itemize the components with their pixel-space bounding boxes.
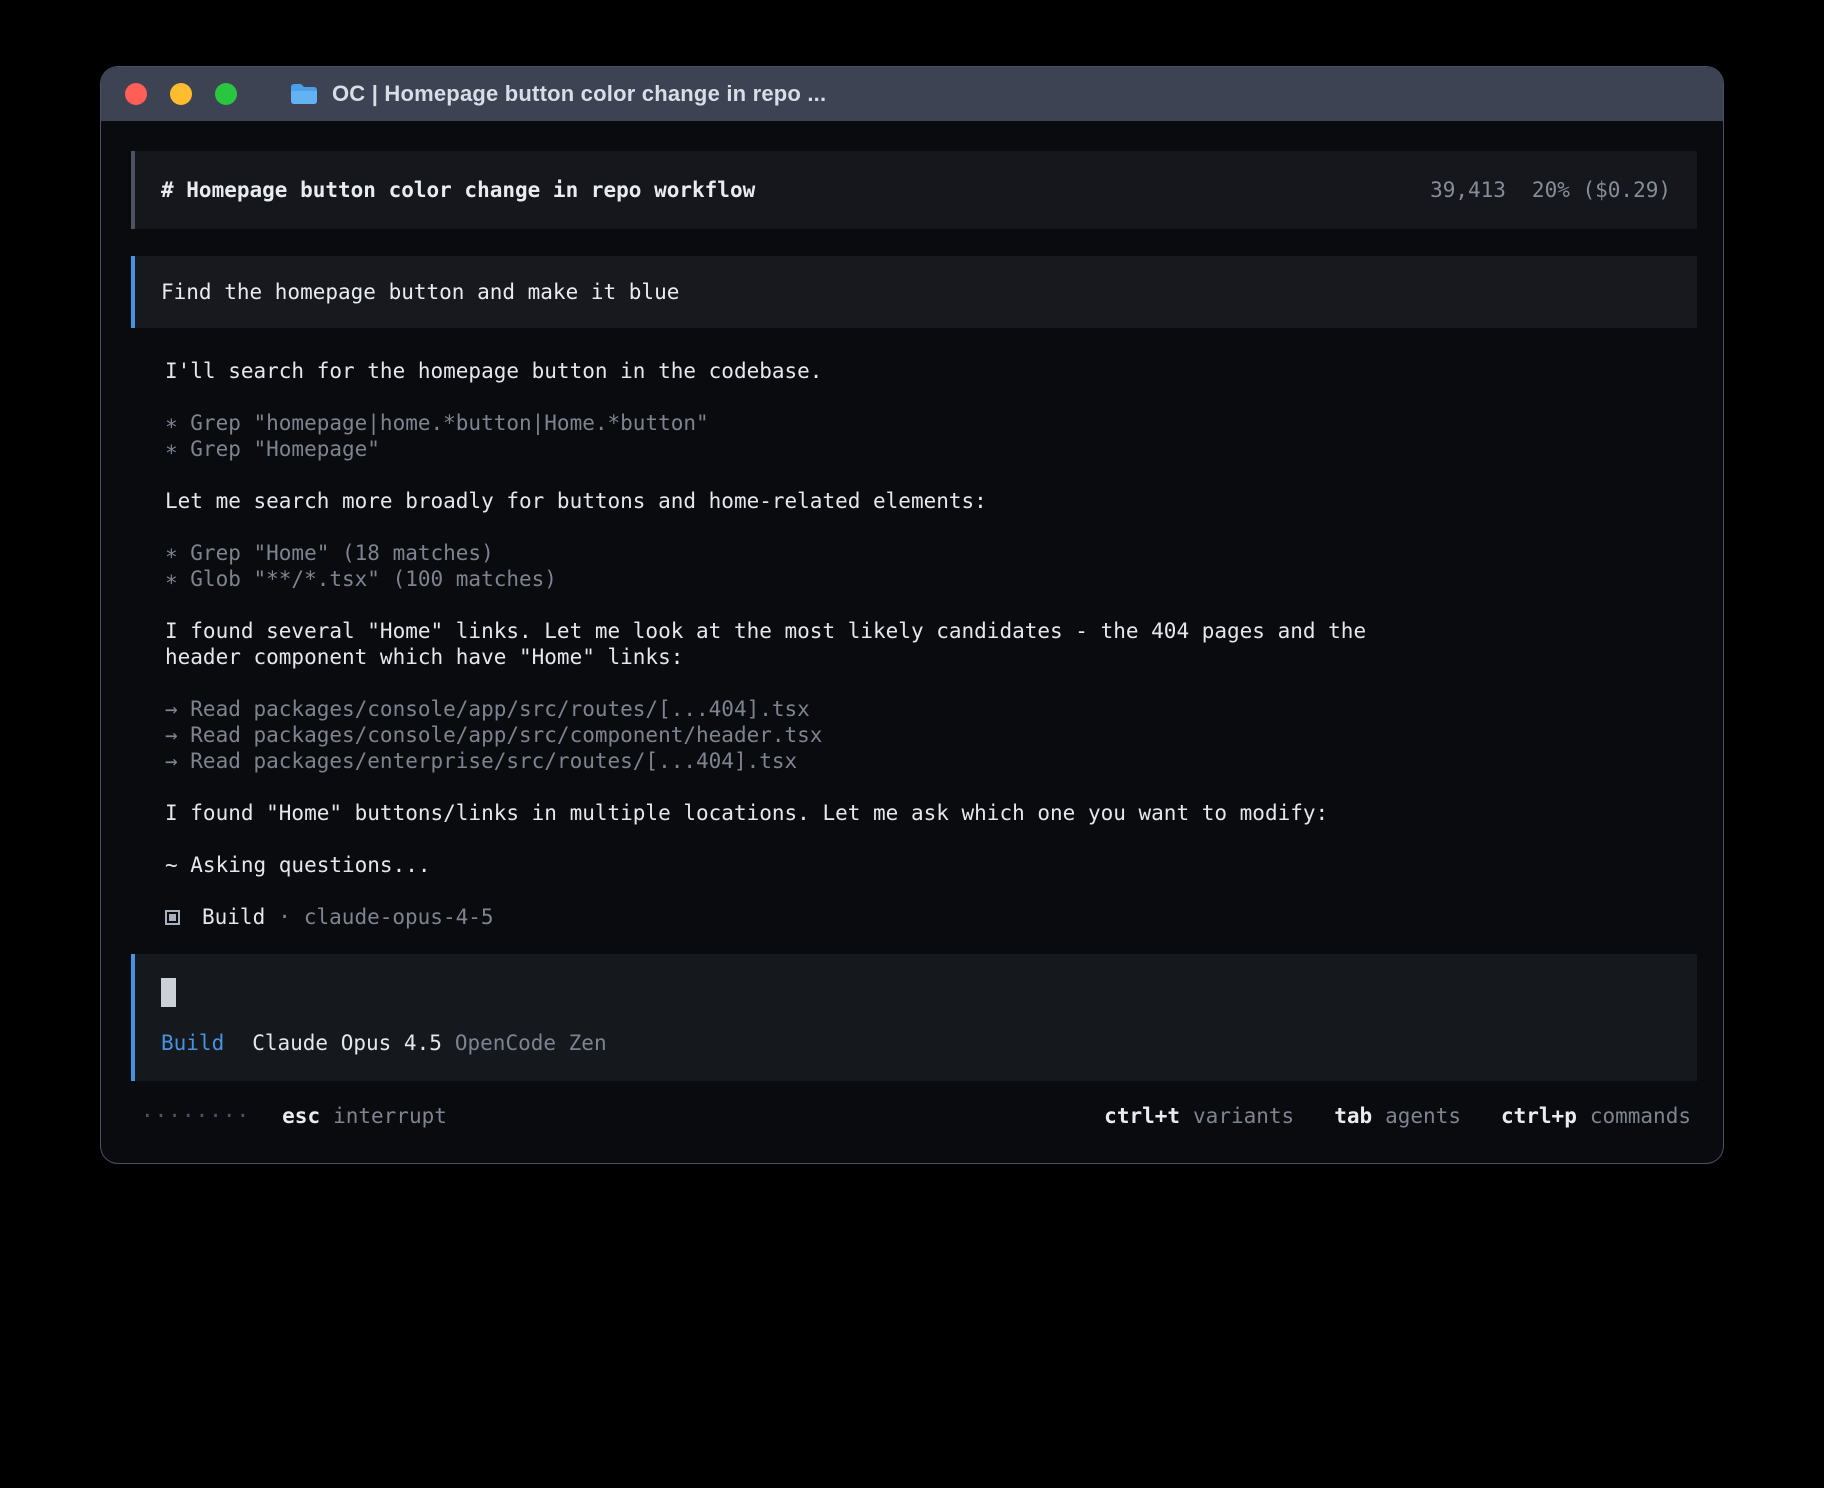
file-reads: → Read packages/console/app/src/routes/[… (165, 696, 1697, 774)
input-meta: Build Claude Opus 4.5 OpenCode Zen (161, 1031, 1671, 1055)
session-header: # Homepage button color change in repo w… (131, 151, 1697, 229)
agent-status-row: Build · claude-opus-4-5 (165, 904, 1697, 930)
window-title: OC | Homepage button color change in rep… (332, 81, 826, 107)
zoom-button[interactable] (215, 83, 237, 105)
assistant-message-line: I found several "Home" links. Let me loo… (165, 618, 1697, 644)
session-stats: 39,413 20% ($0.29) (1430, 178, 1671, 202)
tool-calls: ∗ Grep "Home" (18 matches) ∗ Glob "**/*.… (165, 540, 1697, 592)
file-read-line: → Read packages/enterprise/src/routes/[.… (165, 748, 1697, 774)
tool-calls: ∗ Grep "homepage|home.*button|Home.*butt… (165, 410, 1697, 462)
esc-key-hint: esc (282, 1103, 320, 1129)
tool-call-line: ∗ Grep "homepage|home.*button|Home.*butt… (165, 410, 1697, 436)
folder-icon (290, 83, 318, 105)
spinner-dots-icon: ········ (141, 1103, 250, 1129)
user-message: Find the homepage button and make it blu… (131, 256, 1697, 328)
statusbar-left: ········ esc interrupt (141, 1103, 447, 1129)
tool-call-line: ∗ Grep "Homepage" (165, 436, 1697, 462)
assistant-message: I found "Home" buttons/links in multiple… (165, 800, 1697, 826)
ctrl-t-key-hint: ctrl+t (1104, 1103, 1180, 1129)
close-button[interactable] (125, 83, 147, 105)
agents-label: agents (1385, 1103, 1461, 1129)
assistant-message-line: I found "Home" buttons/links in multiple… (165, 800, 1697, 826)
working-status: ~ Asking questions... (165, 852, 1697, 878)
minimize-button[interactable] (170, 83, 192, 105)
build-agent-icon (165, 910, 180, 925)
assistant-message-line: I'll search for the homepage button in t… (165, 358, 1697, 384)
terminal-content: # Homepage button color change in repo w… (101, 121, 1723, 1163)
assistant-message-line: Let me search more broadly for buttons a… (165, 488, 1697, 514)
session-title: # Homepage button color change in repo w… (161, 178, 755, 202)
agent-separator: · (278, 904, 291, 930)
terminal-window: OC | Homepage button color change in rep… (100, 66, 1724, 1164)
esc-action-label: interrupt (333, 1103, 447, 1129)
shortcut-hints: ctrl+t variants tab agents ctrl+p comman… (1104, 1103, 1691, 1129)
statusbar: ········ esc interrupt ctrl+t variants t… (131, 1103, 1697, 1129)
working-status-line: ~ Asking questions... (165, 852, 1697, 878)
shortcut-commands: ctrl+p commands (1501, 1103, 1691, 1129)
user-message-text: Find the homepage button and make it blu… (161, 280, 679, 304)
shortcut-variants: ctrl+t variants (1104, 1103, 1294, 1129)
agent-mode-indicator: Build (161, 1031, 224, 1055)
tab-key-hint: tab (1334, 1103, 1372, 1129)
tool-call-line: ∗ Glob "**/*.tsx" (100 matches) (165, 566, 1697, 592)
commands-label: commands (1590, 1103, 1691, 1129)
token-count: 39,413 (1430, 178, 1506, 202)
assistant-message: I'll search for the homepage button in t… (165, 358, 1697, 384)
agent-model: claude-opus-4-5 (304, 904, 494, 930)
agent-name: Build (202, 904, 265, 930)
model-name: Claude Opus 4.5 (252, 1031, 442, 1055)
assistant-message: Let me search more broadly for buttons a… (165, 488, 1697, 514)
ctrl-p-key-hint: ctrl+p (1501, 1103, 1577, 1129)
file-read-line: → Read packages/console/app/src/componen… (165, 722, 1697, 748)
chat-log: I'll search for the homepage button in t… (131, 358, 1697, 930)
tool-call-line: ∗ Grep "Home" (18 matches) (165, 540, 1697, 566)
context-cost: 20% ($0.29) (1532, 178, 1671, 202)
assistant-message: I found several "Home" links. Let me loo… (165, 618, 1697, 670)
model-provider: OpenCode Zen (455, 1031, 607, 1055)
variants-label: variants (1193, 1103, 1294, 1129)
shortcut-agents: tab agents (1334, 1103, 1461, 1129)
prompt-input[interactable]: Build Claude Opus 4.5 OpenCode Zen (131, 954, 1697, 1081)
titlebar[interactable]: OC | Homepage button color change in rep… (101, 67, 1723, 121)
text-cursor (161, 978, 176, 1007)
assistant-message-line: header component which have "Home" links… (165, 644, 1697, 670)
file-read-line: → Read packages/console/app/src/routes/[… (165, 696, 1697, 722)
